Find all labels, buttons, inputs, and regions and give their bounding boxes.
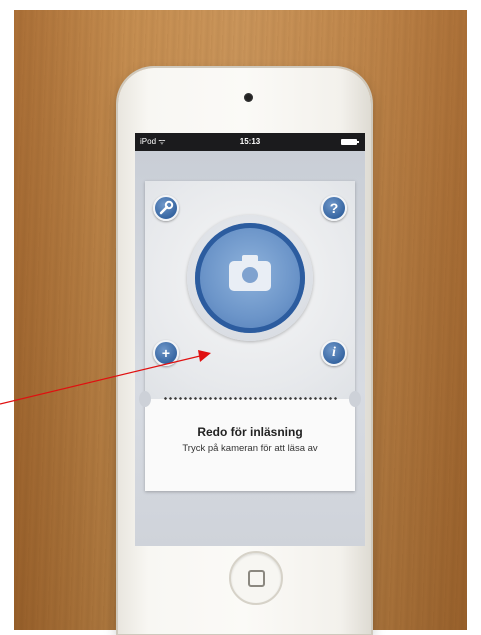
perforation-divider — [163, 397, 337, 400]
status-bar: iPod ᯤ 15:13 — [135, 133, 365, 151]
help-icon: ? — [329, 200, 339, 216]
front-camera-icon — [244, 93, 253, 102]
help-button[interactable]: ? — [321, 195, 347, 221]
settings-button[interactable] — [153, 195, 179, 221]
info-button[interactable]: i — [321, 340, 347, 366]
card-notch-left — [139, 391, 151, 407]
card-top-section: ? + i — [145, 181, 355, 399]
add-button[interactable]: + — [153, 340, 179, 366]
ready-status-subtitle: Tryck på kameran för att läsa av — [182, 443, 318, 454]
battery-icon — [341, 139, 359, 145]
camera-icon — [229, 255, 271, 291]
camera-ring — [195, 223, 305, 333]
card-notch-right — [349, 391, 361, 407]
clock-time: 15:13 — [239, 137, 261, 146]
info-icon: i — [332, 345, 336, 360]
ready-status-title: Redo för inläsning — [197, 425, 303, 439]
scan-card: ? + i Redo för inläsning Tryck på kamera… — [139, 181, 361, 491]
home-button[interactable] — [229, 551, 283, 605]
wrench-icon — [159, 200, 174, 215]
app-background: ? + i Redo för inläsning Tryck på kamera… — [135, 151, 365, 546]
plus-icon: + — [161, 345, 171, 361]
camera-scan-button[interactable] — [187, 215, 313, 341]
device-screen: iPod ᯤ 15:13 ? + i Redo för inläsning Tr… — [135, 133, 365, 546]
